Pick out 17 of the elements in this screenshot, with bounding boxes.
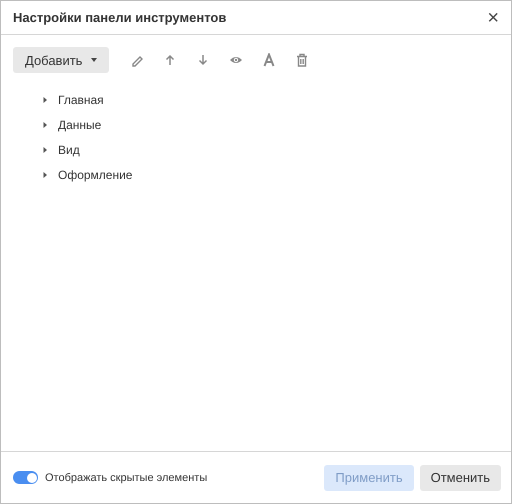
close-button[interactable]: × xyxy=(487,8,499,28)
tree-item[interactable]: Оформление xyxy=(58,168,132,182)
caret-right-icon[interactable] xyxy=(41,120,49,128)
add-button[interactable]: Добавить xyxy=(13,47,110,73)
caret-right-icon[interactable] xyxy=(41,96,49,104)
trash-icon[interactable] xyxy=(295,53,310,67)
tree-item[interactable]: Главная xyxy=(58,92,104,106)
toggle-label: Отображать скрытые элементы xyxy=(45,472,208,484)
letter-icon[interactable] xyxy=(262,53,276,67)
caret-down-icon xyxy=(91,58,98,62)
toggle-switch[interactable] xyxy=(13,471,38,484)
tree-item[interactable]: Вид xyxy=(58,142,80,156)
caret-right-icon[interactable] xyxy=(41,170,49,178)
window-title: Настройки панели инструментов xyxy=(13,10,226,25)
cancel-button[interactable]: Отменить xyxy=(420,464,501,490)
caret-right-icon[interactable] xyxy=(41,146,49,154)
tree-item[interactable]: Данные xyxy=(58,118,102,132)
